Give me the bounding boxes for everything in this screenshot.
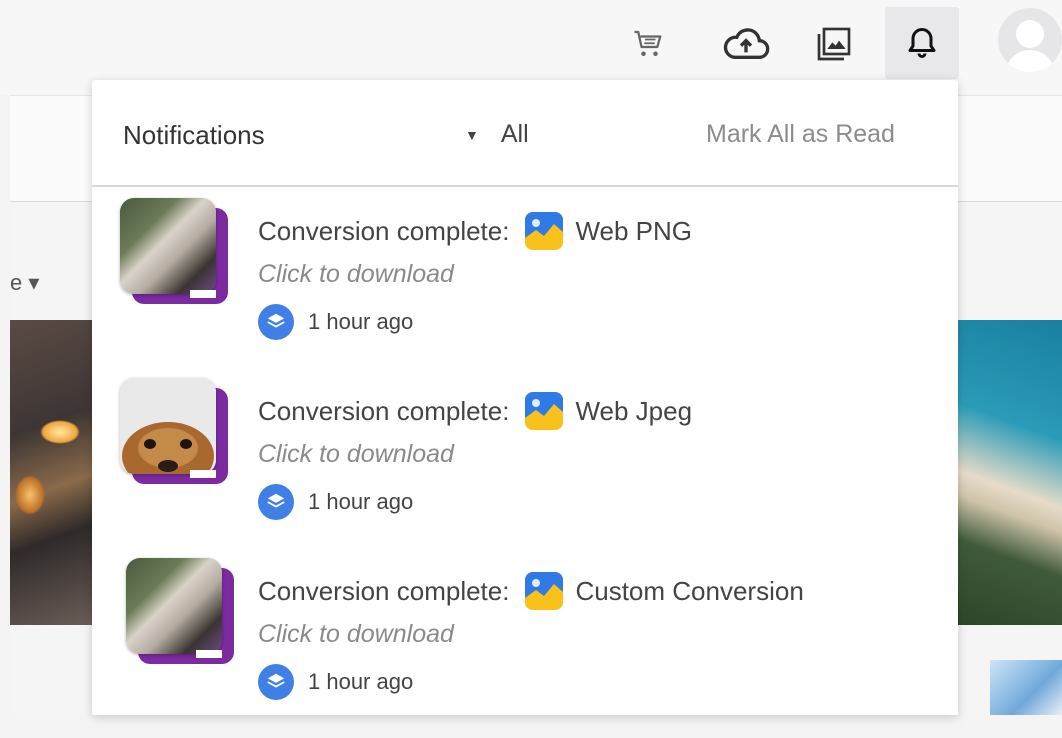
thumbnail (120, 198, 230, 308)
light-glow (40, 420, 80, 444)
upload-button[interactable] (718, 14, 774, 74)
layers-icon (258, 304, 294, 340)
notifications-panel: Notifications ▼ All Mark All as Read Con… (92, 80, 958, 715)
timestamp: 1 hour ago (308, 309, 414, 334)
user-icon (1006, 20, 1054, 72)
download-link[interactable]: Click to download (258, 620, 454, 649)
person-photo (126, 558, 222, 654)
panel-title: Notifications (123, 120, 265, 150)
notification-item[interactable]: Conversion complete: Custom Conversion C… (92, 558, 958, 738)
mark-all-read-button[interactable]: Mark All as Read (706, 120, 895, 149)
download-link[interactable]: Click to download (258, 260, 454, 289)
notification-item[interactable]: Conversion complete: Web PNG Click to do… (92, 198, 958, 378)
gallery-image-right[interactable] (958, 320, 1062, 625)
gallery-button[interactable] (806, 14, 862, 74)
format-name: Web Jpeg (575, 395, 693, 426)
download-link[interactable]: Click to download (258, 440, 454, 469)
sort-dropdown-fragment[interactable]: e ▾ (10, 270, 39, 296)
image-format-icon (525, 392, 564, 430)
filter-label: All (500, 120, 529, 148)
notification-message: Conversion complete: (258, 395, 510, 426)
notification-message: Conversion complete: (258, 575, 510, 606)
cloud-upload-icon (723, 28, 770, 59)
gallery-thumbnail[interactable] (990, 660, 1062, 715)
caret-down-icon: ▼ (465, 126, 479, 143)
filter-dropdown[interactable]: ▼ All (465, 120, 529, 149)
panel-header: Notifications ▼ All Mark All as Read (92, 80, 958, 187)
dog-photo (120, 378, 216, 474)
layers-icon (258, 484, 294, 520)
cart-button[interactable] (620, 14, 676, 74)
format-name: Custom Conversion (575, 575, 804, 606)
notification-item[interactable]: Conversion complete: Web Jpeg Click to d… (92, 378, 958, 558)
avatar[interactable] (998, 8, 1062, 72)
cart-icon (634, 30, 662, 56)
layers-icon (258, 664, 294, 700)
timestamp: 1 hour ago (308, 489, 414, 514)
person-photo (120, 198, 216, 294)
image-format-icon (525, 212, 564, 250)
format-name: Web PNG (575, 215, 693, 246)
image-format-icon (525, 572, 564, 610)
thumbnail (126, 558, 236, 668)
notifications-button[interactable] (885, 7, 959, 79)
notification-message: Conversion complete: (258, 215, 510, 246)
thumbnail (120, 378, 230, 488)
gallery-icon (817, 27, 851, 61)
timestamp: 1 hour ago (308, 669, 414, 694)
bell-icon (908, 28, 936, 58)
gallery-image-left[interactable] (10, 320, 92, 625)
light-glow (15, 475, 45, 515)
